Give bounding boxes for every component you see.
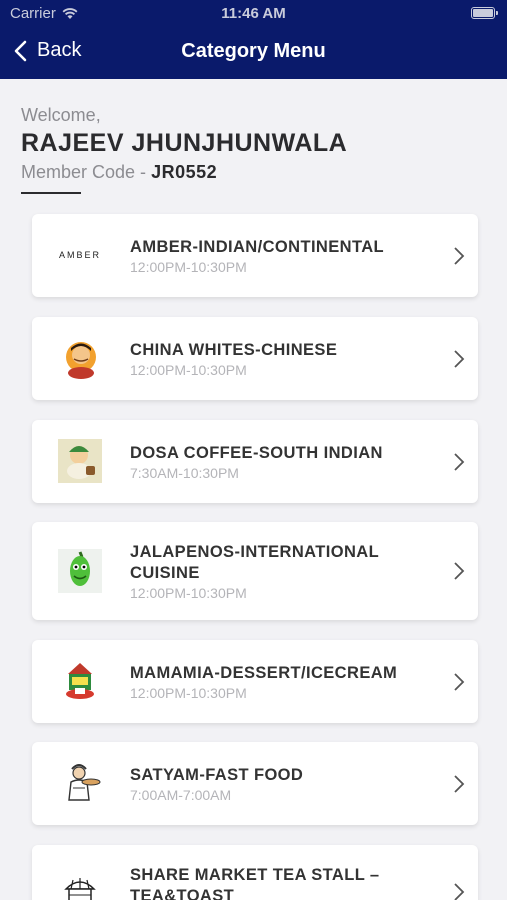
category-hours: 12:00PM-10:30PM — [130, 585, 247, 601]
amber-logo-text: AMBER — [58, 250, 101, 260]
tea-stall-logo — [57, 873, 103, 900]
chevron-right-icon — [454, 350, 465, 368]
welcome-section: Welcome, RAJEEV JHUNJHUNWALA Member Code… — [21, 104, 481, 194]
category-name: SATYAM-FAST FOOD — [130, 766, 304, 784]
member-code-label: Member Code - — [21, 162, 147, 182]
category-card-share-market-tea-stall[interactable]: SHARE MARKET TEA STALL – TEA&TOAST — [32, 845, 478, 900]
category-name: DOSA COFFEE-SOUTH INDIAN — [130, 444, 383, 462]
category-name: MAMAMIA-DESSERT/ICECREAM — [130, 664, 398, 682]
satyam-logo — [57, 760, 103, 806]
mamamia-logo — [57, 658, 103, 704]
category-card-dosa-coffee[interactable]: DOSA COFFEE-SOUTH INDIAN 7:30AM-10:30PM — [32, 420, 478, 503]
status-time: 11:46 AM — [221, 5, 286, 22]
category-card-amber[interactable]: AMBER AMBER-INDIAN/CONTINENTAL 12:00PM-1… — [32, 214, 478, 297]
category-hours: 12:00PM-10:30PM — [130, 259, 247, 275]
amber-logo: AMBER — [57, 232, 103, 278]
member-code-line: Member Code - JR0552 — [21, 161, 481, 183]
jalapenos-logo — [57, 548, 103, 594]
chevron-right-icon — [454, 453, 465, 471]
back-label: Back — [37, 39, 82, 61]
member-code-value: JR0552 — [151, 162, 218, 182]
member-name: RAJEEV JHUNJHUNWALA — [21, 129, 348, 157]
category-hours: 12:00PM-10:30PM — [130, 685, 247, 701]
navigation-bar: Carrier 11:46 AM Back Category Menu — [0, 0, 507, 79]
category-card-jalapenos[interactable]: JALAPENOS-INTERNATIONAL CUISINE 12:00PM-… — [32, 522, 478, 620]
welcome-greeting: Welcome, — [21, 105, 101, 125]
chevron-right-icon — [454, 247, 465, 265]
chevron-right-icon — [454, 883, 465, 900]
back-button[interactable]: Back — [14, 39, 81, 62]
chevron-right-icon — [454, 673, 465, 691]
chevron-right-icon — [454, 562, 465, 580]
chevron-left-icon — [14, 40, 27, 61]
status-bar: Carrier 11:46 AM — [0, 0, 507, 28]
category-name: JALAPENOS-INTERNATIONAL CUISINE — [130, 543, 379, 582]
category-name: AMBER-INDIAN/CONTINENTAL — [130, 238, 385, 256]
category-card-satyam[interactable]: SATYAM-FAST FOOD 7:00AM-7:00AM — [32, 742, 478, 825]
welcome-divider — [21, 192, 81, 194]
category-hours: 7:00AM-7:00AM — [130, 787, 232, 803]
category-name: SHARE MARKET TEA STALL – TEA&TOAST — [130, 866, 380, 900]
category-card-china-whites[interactable]: CHINA WHITES-CHINESE 12:00PM-10:30PM — [32, 317, 478, 400]
dosa-coffee-logo — [57, 438, 103, 484]
category-hours: 7:30AM-10:30PM — [130, 465, 239, 481]
battery-icon — [471, 7, 498, 19]
chevron-right-icon — [454, 775, 465, 793]
category-card-mamamia[interactable]: MAMAMIA-DESSERT/ICECREAM 12:00PM-10:30PM — [32, 640, 478, 723]
category-name: CHINA WHITES-CHINESE — [130, 341, 338, 359]
category-hours: 12:00PM-10:30PM — [130, 362, 247, 378]
china-whites-logo — [57, 335, 103, 381]
